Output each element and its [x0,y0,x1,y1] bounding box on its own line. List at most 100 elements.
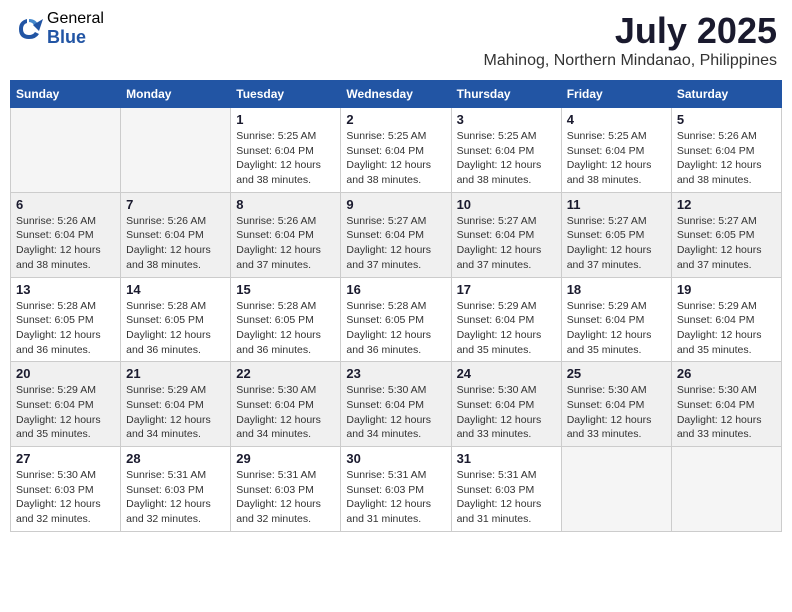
table-row: 1 Sunrise: 5:25 AM Sunset: 6:04 PM Daylig… [231,108,341,193]
day-number: 23 [346,366,445,381]
day-number: 12 [677,197,776,212]
calendar-title: July 2025 [483,10,777,52]
day-info: Sunrise: 5:28 AM Sunset: 6:05 PM Dayligh… [126,299,225,358]
table-row [121,108,231,193]
day-info: Sunrise: 5:25 AM Sunset: 6:04 PM Dayligh… [457,129,556,188]
table-row: 8 Sunrise: 5:26 AM Sunset: 6:04 PM Daylig… [231,192,341,277]
weekday-header-row: Sunday Monday Tuesday Wednesday Thursday… [11,81,782,108]
day-number: 8 [236,197,335,212]
day-number: 28 [126,451,225,466]
table-row: 17 Sunrise: 5:29 AM Sunset: 6:04 PM Dayli… [451,277,561,362]
calendar-week-row: 1 Sunrise: 5:25 AM Sunset: 6:04 PM Daylig… [11,108,782,193]
table-row: 23 Sunrise: 5:30 AM Sunset: 6:04 PM Dayli… [341,362,451,447]
table-row: 5Sunrise: 5:26 AM Sunset: 6:04 PM Daylig… [671,108,781,193]
day-info: Sunrise: 5:29 AM Sunset: 6:04 PM Dayligh… [126,383,225,442]
table-row: 22 Sunrise: 5:30 AM Sunset: 6:04 PM Dayli… [231,362,341,447]
day-number: 19 [677,282,776,297]
table-row: 30 Sunrise: 5:31 AM Sunset: 6:03 PM Dayli… [341,447,451,532]
table-row: 11 Sunrise: 5:27 AM Sunset: 6:05 PM Dayli… [561,192,671,277]
table-row: 9Sunrise: 5:27 AM Sunset: 6:04 PM Daylig… [341,192,451,277]
day-info: Sunrise: 5:29 AM Sunset: 6:04 PM Dayligh… [457,299,556,358]
table-row: 14Sunrise: 5:28 AM Sunset: 6:05 PM Dayli… [121,277,231,362]
day-number: 22 [236,366,335,381]
header-sunday: Sunday [11,81,121,108]
day-info: Sunrise: 5:27 AM Sunset: 6:04 PM Dayligh… [346,214,445,273]
header-friday: Friday [561,81,671,108]
day-number: 6 [16,197,115,212]
day-number: 4 [567,112,666,127]
day-info: Sunrise: 5:28 AM Sunset: 6:05 PM Dayligh… [236,299,335,358]
day-info: Sunrise: 5:26 AM Sunset: 6:04 PM Dayligh… [677,129,776,188]
logo: General Blue [15,10,104,47]
header-monday: Monday [121,81,231,108]
table-row: 31 Sunrise: 5:31 AM Sunset: 6:03 PM Dayli… [451,447,561,532]
table-row [11,108,121,193]
day-info: Sunrise: 5:30 AM Sunset: 6:04 PM Dayligh… [567,383,666,442]
header-tuesday: Tuesday [231,81,341,108]
day-number: 11 [567,197,666,212]
day-number: 15 [236,282,335,297]
calendar-location: Mahinog, Northern Mindanao, Philippines [483,52,777,70]
table-row: 13 Sunrise: 5:28 AM Sunset: 6:05 PM Dayli… [11,277,121,362]
day-info: Sunrise: 5:29 AM Sunset: 6:04 PM Dayligh… [16,383,115,442]
day-info: Sunrise: 5:29 AM Sunset: 6:04 PM Dayligh… [677,299,776,358]
day-info: Sunrise: 5:26 AM Sunset: 6:04 PM Dayligh… [126,214,225,273]
day-info: Sunrise: 5:25 AM Sunset: 6:04 PM Dayligh… [236,129,335,188]
day-number: 1 [236,112,335,127]
header-thursday: Thursday [451,81,561,108]
day-info: Sunrise: 5:31 AM Sunset: 6:03 PM Dayligh… [457,468,556,527]
day-number: 20 [16,366,115,381]
day-number: 10 [457,197,556,212]
day-number: 17 [457,282,556,297]
table-row: 19 Sunrise: 5:29 AM Sunset: 6:04 PM Dayli… [671,277,781,362]
day-info: Sunrise: 5:26 AM Sunset: 6:04 PM Dayligh… [236,214,335,273]
day-info: Sunrise: 5:31 AM Sunset: 6:03 PM Dayligh… [346,468,445,527]
day-info: Sunrise: 5:25 AM Sunset: 6:04 PM Dayligh… [346,129,445,188]
logo-text: General Blue [47,10,104,47]
table-row: 20 Sunrise: 5:29 AM Sunset: 6:04 PM Dayli… [11,362,121,447]
table-row: 26 Sunrise: 5:30 AM Sunset: 6:04 PM Dayli… [671,362,781,447]
day-number: 29 [236,451,335,466]
table-row: 10 Sunrise: 5:27 AM Sunset: 6:04 PM Dayli… [451,192,561,277]
day-number: 21 [126,366,225,381]
table-row: 24Sunrise: 5:30 AM Sunset: 6:04 PM Dayli… [451,362,561,447]
day-info: Sunrise: 5:28 AM Sunset: 6:05 PM Dayligh… [16,299,115,358]
table-row: 3Sunrise: 5:25 AM Sunset: 6:04 PM Daylig… [451,108,561,193]
day-number: 30 [346,451,445,466]
table-row: 6 Sunrise: 5:26 AM Sunset: 6:04 PM Daylig… [11,192,121,277]
day-info: Sunrise: 5:26 AM Sunset: 6:04 PM Dayligh… [16,214,115,273]
day-number: 25 [567,366,666,381]
day-info: Sunrise: 5:27 AM Sunset: 6:05 PM Dayligh… [677,214,776,273]
day-info: Sunrise: 5:30 AM Sunset: 6:04 PM Dayligh… [677,383,776,442]
logo-general: General [47,10,104,28]
day-info: Sunrise: 5:30 AM Sunset: 6:04 PM Dayligh… [457,383,556,442]
table-row [561,447,671,532]
header-saturday: Saturday [671,81,781,108]
calendar-week-row: 6 Sunrise: 5:26 AM Sunset: 6:04 PM Daylig… [11,192,782,277]
table-row: 12 Sunrise: 5:27 AM Sunset: 6:05 PM Dayli… [671,192,781,277]
calendar-table: Sunday Monday Tuesday Wednesday Thursday… [10,80,782,532]
table-row: 15 Sunrise: 5:28 AM Sunset: 6:05 PM Dayli… [231,277,341,362]
title-block: July 2025 Mahinog, Northern Mindanao, Ph… [483,10,777,70]
day-info: Sunrise: 5:28 AM Sunset: 6:05 PM Dayligh… [346,299,445,358]
day-info: Sunrise: 5:27 AM Sunset: 6:05 PM Dayligh… [567,214,666,273]
header-wednesday: Wednesday [341,81,451,108]
table-row: 21 Sunrise: 5:29 AM Sunset: 6:04 PM Dayli… [121,362,231,447]
day-number: 26 [677,366,776,381]
day-info: Sunrise: 5:25 AM Sunset: 6:04 PM Dayligh… [567,129,666,188]
table-row: 25 Sunrise: 5:30 AM Sunset: 6:04 PM Dayli… [561,362,671,447]
day-info: Sunrise: 5:27 AM Sunset: 6:04 PM Dayligh… [457,214,556,273]
day-number: 2 [346,112,445,127]
day-number: 16 [346,282,445,297]
page-header: General Blue July 2025 Mahinog, Northern… [10,10,782,70]
table-row: 16 Sunrise: 5:28 AM Sunset: 6:05 PM Dayli… [341,277,451,362]
logo-icon [15,15,43,43]
calendar-week-row: 13 Sunrise: 5:28 AM Sunset: 6:05 PM Dayli… [11,277,782,362]
table-row: 7Sunrise: 5:26 AM Sunset: 6:04 PM Daylig… [121,192,231,277]
calendar-week-row: 20 Sunrise: 5:29 AM Sunset: 6:04 PM Dayli… [11,362,782,447]
day-number: 13 [16,282,115,297]
day-info: Sunrise: 5:30 AM Sunset: 6:04 PM Dayligh… [346,383,445,442]
calendar-week-row: 27Sunrise: 5:30 AM Sunset: 6:03 PM Dayli… [11,447,782,532]
day-number: 31 [457,451,556,466]
day-info: Sunrise: 5:30 AM Sunset: 6:04 PM Dayligh… [236,383,335,442]
